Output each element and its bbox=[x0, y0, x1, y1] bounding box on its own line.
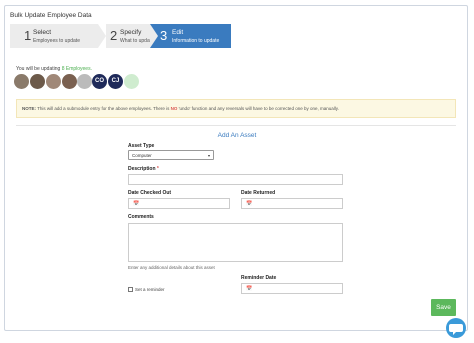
set-reminder-label: Set a reminder bbox=[135, 287, 165, 292]
page-title: Bulk Update Employee Data bbox=[10, 12, 92, 19]
description-label: Description * bbox=[128, 166, 159, 172]
avatar[interactable]: CO bbox=[92, 74, 107, 89]
employee-count: 8 Employees. bbox=[61, 66, 92, 72]
calendar-icon: 📅 bbox=[246, 286, 253, 292]
asset-type-select[interactable]: Computer ▾ bbox=[128, 150, 214, 160]
step-subtitle: Employees to update bbox=[33, 38, 80, 44]
comments-textarea[interactable] bbox=[128, 223, 343, 262]
date-returned-label: Date Returned bbox=[241, 190, 276, 196]
chat-bubble-icon bbox=[449, 324, 463, 335]
save-button[interactable]: Save bbox=[431, 299, 456, 316]
avatar[interactable] bbox=[77, 74, 92, 89]
wizard-step-edit[interactable]: 3 Edit Information to update bbox=[150, 24, 231, 48]
date-checked-out-input[interactable]: 📅 bbox=[128, 198, 230, 209]
step-number: 2 bbox=[110, 28, 118, 43]
description-input[interactable] bbox=[128, 174, 343, 185]
date-checked-out-label: Date Checked Out bbox=[128, 190, 172, 196]
step-separator bbox=[150, 24, 158, 48]
note-text: 'undo' function and any reversals will h… bbox=[177, 106, 339, 111]
wizard-steps: 1 Select Employees to update 2 Specify W… bbox=[10, 24, 232, 48]
checkbox-box[interactable] bbox=[128, 287, 133, 293]
required-mark: * bbox=[156, 166, 159, 172]
calendar-icon: 📅 bbox=[133, 201, 140, 207]
step-separator bbox=[98, 24, 106, 48]
asset-type-value: Computer bbox=[132, 153, 152, 158]
step-number: 1 bbox=[24, 28, 32, 43]
wizard-step-select[interactable]: 1 Select Employees to update bbox=[10, 24, 98, 48]
avatar[interactable] bbox=[124, 74, 139, 89]
updating-prefix: You will be updating bbox=[16, 66, 61, 72]
step-title: Edit bbox=[172, 29, 184, 36]
avatar[interactable] bbox=[46, 74, 61, 89]
note-label: NOTE: bbox=[22, 106, 36, 111]
step-title: Select bbox=[33, 29, 52, 36]
step-title: Specify bbox=[120, 29, 142, 36]
avatar[interactable] bbox=[62, 74, 77, 89]
avatar[interactable] bbox=[30, 74, 45, 89]
step-subtitle: What to update bbox=[120, 38, 154, 44]
note-text: This will add a submodule entry for the … bbox=[36, 106, 171, 111]
date-returned-input[interactable]: 📅 bbox=[241, 198, 343, 209]
asset-type-label: Asset Type bbox=[128, 143, 155, 149]
content-panel bbox=[4, 5, 468, 331]
avatar[interactable] bbox=[14, 74, 29, 89]
calendar-icon: 📅 bbox=[246, 201, 253, 207]
reminder-date-label: Reminder Date bbox=[241, 275, 277, 281]
divider bbox=[16, 125, 456, 126]
step-subtitle: Information to update bbox=[172, 38, 220, 44]
section-title: Add An Asset bbox=[217, 132, 257, 139]
comments-label: Comments bbox=[128, 214, 154, 220]
chevron-down-icon: ▾ bbox=[207, 153, 210, 158]
step-number: 3 bbox=[160, 28, 168, 43]
warning-note: NOTE: This will add a submodule entry fo… bbox=[16, 99, 456, 118]
updating-summary: You will be updating 8 Employees. bbox=[16, 66, 92, 72]
comments-hint: Enter any additional details about this … bbox=[128, 265, 215, 270]
chat-button[interactable] bbox=[446, 318, 466, 338]
avatar[interactable]: CJ bbox=[108, 74, 123, 89]
description-label-text: Description bbox=[128, 166, 156, 172]
reminder-date-input[interactable]: 📅 bbox=[241, 283, 343, 294]
set-reminder-checkbox[interactable]: Set a reminder bbox=[128, 287, 165, 293]
